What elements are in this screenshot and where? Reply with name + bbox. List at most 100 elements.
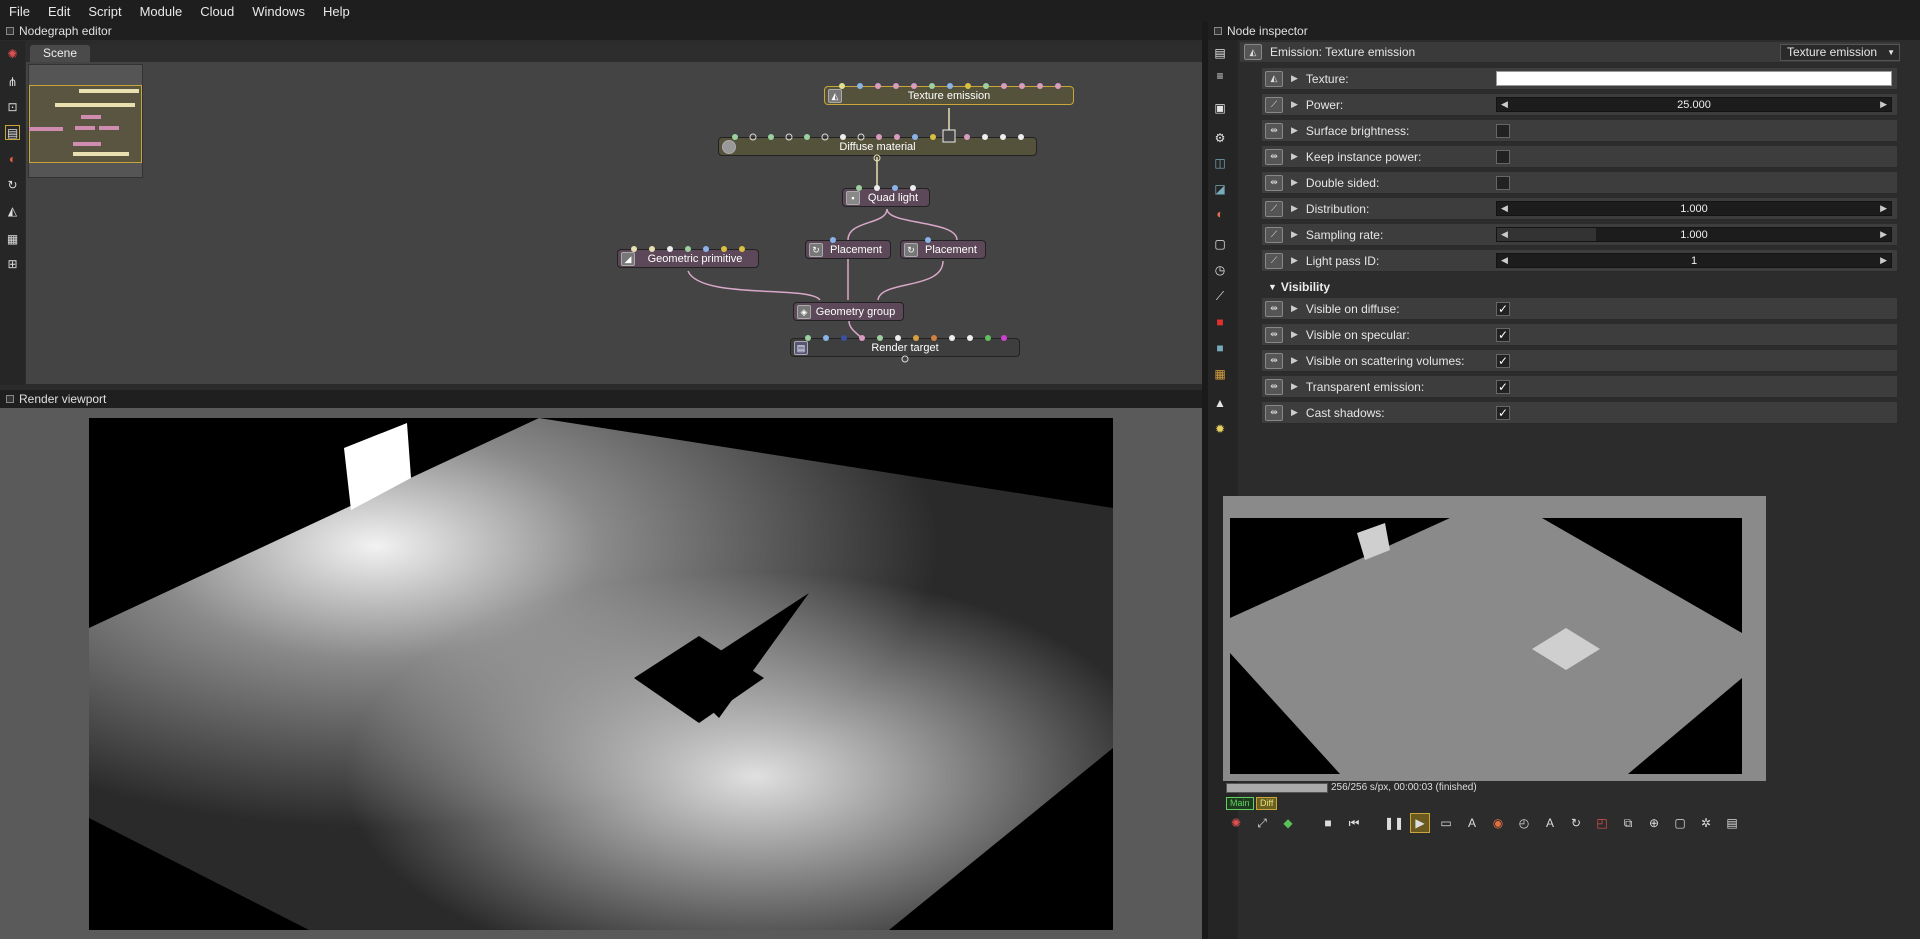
clock-icon[interactable]: ◷	[1212, 262, 1228, 278]
increment-arrow-icon[interactable]: ▶	[1880, 255, 1887, 266]
expand-arrow-icon[interactable]: ▶	[1291, 177, 1298, 188]
increment-arrow-icon[interactable]: ▶	[1880, 203, 1887, 214]
visibility-label: Transparent emission:	[1305, 379, 1425, 394]
list-icon[interactable]: ≡	[1212, 68, 1228, 84]
preview-render[interactable]	[1230, 518, 1742, 774]
fit-icon[interactable]: ▢	[1670, 813, 1690, 833]
zoom-icon[interactable]: ⊕	[1644, 813, 1664, 833]
param-label: Texture:	[1305, 71, 1349, 86]
float-pin-icon[interactable]: ⟋	[1265, 252, 1283, 269]
expand-arrow-icon[interactable]: ▶	[1291, 125, 1298, 136]
material-icon[interactable]: ◐	[1212, 206, 1228, 222]
bool-pin-icon[interactable]: ⇹	[1265, 352, 1283, 369]
red-cube-icon[interactable]: ■	[1212, 314, 1228, 330]
expand-arrow-icon[interactable]: ▶	[1291, 355, 1298, 366]
expand-arrow-icon[interactable]: ▶	[1291, 73, 1298, 84]
decrement-arrow-icon[interactable]: ◀	[1501, 229, 1508, 240]
param-slider[interactable]: ◀ 1.000 ▶	[1496, 201, 1892, 216]
texture-pin-icon[interactable]: ◭	[1265, 70, 1283, 87]
expand-arrow-icon[interactable]: ▶	[1291, 229, 1298, 240]
pass-main-badge[interactable]: Main	[1226, 797, 1254, 810]
layers-icon[interactable]: ▤	[1212, 45, 1228, 61]
refresh-icon[interactable]: ↻	[1566, 813, 1586, 833]
blue-cube-icon[interactable]: ■	[1212, 340, 1228, 356]
expand-arrow-icon[interactable]: ▶	[1291, 255, 1298, 266]
decrement-arrow-icon[interactable]: ◀	[1501, 99, 1508, 110]
af-icon[interactable]: A	[1462, 813, 1482, 833]
display-icon[interactable]: ▭	[1436, 813, 1456, 833]
bool-pin-icon[interactable]: ⇹	[1265, 404, 1283, 421]
camera-icon[interactable]: ◴	[1514, 813, 1534, 833]
geometry-icon[interactable]: ◫	[1212, 155, 1228, 171]
resize-icon[interactable]: ⤢	[1252, 813, 1272, 833]
expand-arrow-icon[interactable]: ▶	[1291, 381, 1298, 392]
octane-logo-icon[interactable]: ✺	[1226, 813, 1246, 833]
expand-arrow-icon[interactable]: ▶	[1291, 99, 1298, 110]
region-icon[interactable]: ◰	[1592, 813, 1612, 833]
play-icon[interactable]: ▶	[1410, 813, 1430, 833]
texture-color-swatch[interactable]	[1496, 71, 1892, 86]
bool-pin-icon[interactable]: ⇹	[1265, 300, 1283, 317]
expand-arrow-icon[interactable]: ▶	[1291, 151, 1298, 162]
stack-icon[interactable]: ▦	[1212, 366, 1228, 382]
param-row: ⇹ ▶ Keep instance power:	[1262, 146, 1897, 168]
visibility-checkbox[interactable]: ✓	[1496, 379, 1510, 394]
sun-icon[interactable]: ✹	[1212, 421, 1228, 437]
decrement-arrow-icon[interactable]: ◀	[1501, 255, 1508, 266]
param-slider[interactable]: ◀ 25.000 ▶	[1496, 97, 1892, 112]
landscape-icon[interactable]: ▲	[1212, 395, 1228, 411]
ai-light-icon[interactable]: A	[1540, 813, 1560, 833]
settings-icon[interactable]: ✲	[1696, 813, 1716, 833]
restart-icon[interactable]: ⏮	[1344, 813, 1364, 833]
render-image[interactable]	[89, 418, 1113, 930]
color-icon[interactable]: ◉	[1488, 813, 1508, 833]
pause-icon[interactable]: ❚❚	[1384, 813, 1404, 833]
slider-value: 1.000	[1680, 228, 1708, 241]
inspector-node-title: Emission: Texture emission	[1270, 45, 1416, 59]
param-slider[interactable]: ◀ 1 ▶	[1496, 253, 1892, 268]
node-type-select[interactable]: Texture emission ▼	[1780, 43, 1900, 61]
visibility-checkbox[interactable]: ✓	[1496, 301, 1510, 316]
cube-icon[interactable]: ◆	[1278, 813, 1298, 833]
increment-arrow-icon[interactable]: ▶	[1880, 99, 1887, 110]
mesh-icon[interactable]: ◪	[1212, 181, 1228, 197]
increment-arrow-icon[interactable]: ▶	[1880, 229, 1887, 240]
visibility-section-header[interactable]: ▼ Visibility	[1268, 278, 1330, 296]
param-checkbox[interactable]	[1496, 175, 1510, 190]
preview-scene	[1230, 518, 1742, 774]
pass-diff-badge[interactable]: Diff	[1256, 797, 1278, 810]
bool-pin-icon[interactable]: ⇹	[1265, 326, 1283, 343]
visibility-checkbox[interactable]: ✓	[1496, 353, 1510, 368]
expand-arrow-icon[interactable]: ▶	[1291, 303, 1298, 314]
bool-pin-icon[interactable]: ⇹	[1265, 174, 1283, 191]
graph-icon[interactable]: ⟋	[1212, 288, 1228, 304]
param-row: ⟋ ▶ Power: ◀ 25.000 ▶	[1262, 94, 1897, 116]
expand-arrow-icon[interactable]: ▶	[1291, 407, 1298, 418]
expand-arrow-icon[interactable]: ▶	[1291, 329, 1298, 340]
crop-icon[interactable]: ⧉	[1618, 813, 1638, 833]
frame-icon[interactable]: ▢	[1212, 236, 1228, 252]
visibility-checkbox[interactable]: ✓	[1496, 405, 1510, 420]
param-checkbox[interactable]	[1496, 123, 1510, 138]
float-pin-icon[interactable]: ⟋	[1265, 200, 1283, 217]
float-pin-icon[interactable]: ⟋	[1265, 96, 1283, 113]
stop-icon[interactable]: ■	[1318, 813, 1338, 833]
inspector-node-header: ◭ Emission: Texture emission Texture emi…	[1240, 42, 1900, 62]
param-row: ◭ ▶ Texture:	[1262, 68, 1897, 90]
float-pin-icon[interactable]: ⟋	[1265, 226, 1283, 243]
visibility-row: ⇹ ▶ Visible on scattering volumes: ✓	[1262, 350, 1897, 372]
bool-pin-icon[interactable]: ⇹	[1265, 122, 1283, 139]
expand-arrow-icon[interactable]: ▶	[1291, 203, 1298, 214]
visibility-checkbox[interactable]: ✓	[1496, 327, 1510, 342]
panel-collapse-icon[interactable]	[6, 395, 14, 403]
param-checkbox[interactable]	[1496, 149, 1510, 164]
bool-pin-icon[interactable]: ⇹	[1265, 148, 1283, 165]
progress-fill	[1227, 784, 1327, 792]
panel-collapse-icon[interactable]	[1214, 27, 1222, 35]
param-slider[interactable]: ◀ 1.000 ▶	[1496, 227, 1892, 242]
clipboard-icon[interactable]: ▤	[1722, 813, 1742, 833]
image-icon[interactable]: ▣	[1212, 100, 1228, 116]
bool-pin-icon[interactable]: ⇹	[1265, 378, 1283, 395]
decrement-arrow-icon[interactable]: ◀	[1501, 203, 1508, 214]
lights-icon[interactable]: ⚙	[1212, 130, 1228, 146]
